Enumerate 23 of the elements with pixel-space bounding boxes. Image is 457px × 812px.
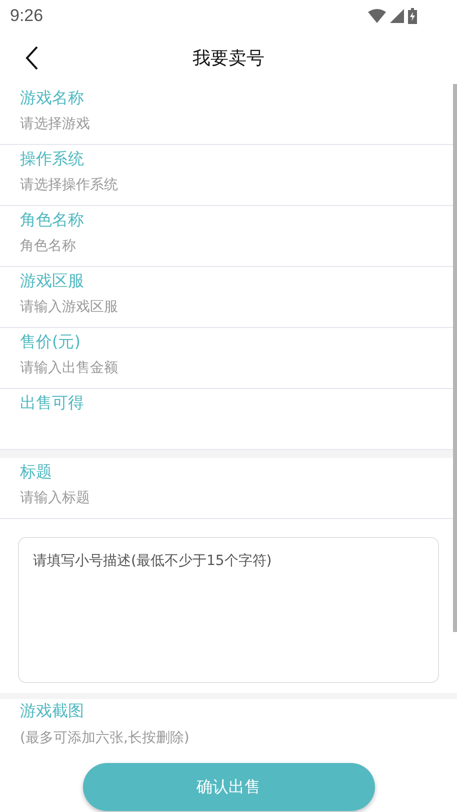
- field-label: 出售可得: [20, 393, 85, 413]
- input-field[interactable]: 请选择操作系统: [20, 175, 240, 195]
- description-field[interactable]: 请填写小号描述(最低不少于15个字符): [18, 537, 439, 683]
- section-label: 游戏截图: [20, 701, 85, 721]
- battery-icon: [408, 8, 417, 24]
- field-label: 游戏区服: [20, 271, 85, 291]
- back-icon: [25, 46, 39, 70]
- field-label: 操作系统: [20, 149, 85, 169]
- field-label: 游戏名称: [20, 88, 85, 108]
- field-label: 售价(元): [20, 332, 82, 352]
- field-label: 标题: [20, 462, 53, 482]
- wifi-icon: [368, 9, 386, 23]
- page-title: 我要卖号: [192, 47, 264, 70]
- status-time: 9:26: [10, 6, 44, 26]
- input-field[interactable]: 请输入出售金额: [20, 358, 240, 378]
- input-field[interactable]: 请输入游戏区服: [20, 297, 240, 317]
- field-label: 角色名称: [20, 210, 85, 230]
- input-field[interactable]: 请输入标题: [20, 488, 240, 508]
- hint-text: (最多可添加六张,长按删除): [20, 729, 190, 747]
- submit-button[interactable]: 确认出售: [82, 763, 374, 811]
- signal-icon: [390, 9, 404, 23]
- input-field[interactable]: 角色名称: [20, 236, 240, 256]
- input-field[interactable]: 请选择游戏: [20, 114, 240, 134]
